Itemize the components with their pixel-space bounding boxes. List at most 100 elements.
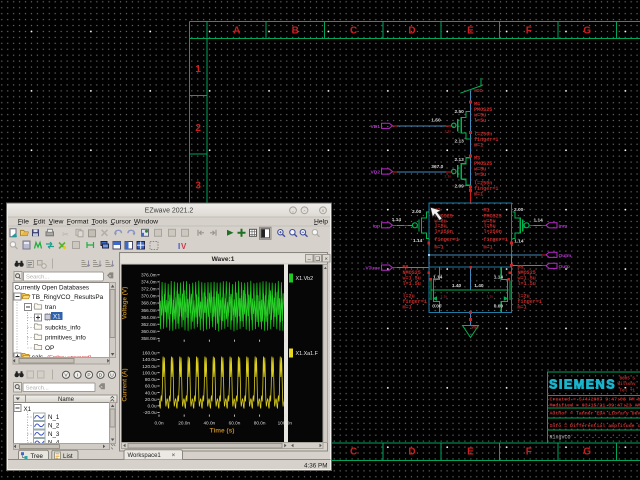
svg-text:E: E [467, 26, 474, 37]
svg-text:⌃: ⌃ [303, 210, 307, 215]
svg-text:Info = Differential amplitude: Info = Differential amplitude c [550, 423, 640, 429]
svg-text:1.14: 1.14 [413, 238, 423, 244]
svg-text:Window: Window [134, 218, 158, 225]
svg-text:2.00: 2.00 [412, 209, 422, 215]
svg-text:C: C [350, 26, 357, 37]
svg-text:l=5u: l=5u [474, 118, 486, 124]
svg-text:×: × [322, 208, 325, 214]
svg-text:366.0m: 366.0m [141, 308, 157, 313]
svg-text:Modified = 03/15/21 09:47:23 A: Modified = 03/15/21 09:47:23 AM [550, 402, 640, 408]
svg-text:2.09: 2.09 [455, 183, 465, 189]
svg-text:Time (s): Time (s) [210, 428, 235, 435]
svg-text:l=1.5u: l=1.5u [403, 281, 421, 287]
svg-text:finger=1: finger=1 [484, 237, 508, 243]
svg-text:m=1: m=1 [474, 192, 483, 198]
svg-text:100.0u: 100.0u [142, 370, 157, 375]
svg-text:0.00: 0.00 [432, 304, 442, 310]
svg-text:D: D [408, 26, 415, 37]
svg-text:Format: Format [67, 218, 89, 225]
svg-text:4:36 PM: 4:36 PM [304, 462, 327, 469]
svg-text:160.0u: 160.0u [142, 351, 157, 356]
svg-text:SIEMENS: SIEMENS [549, 378, 616, 392]
svg-text:3: 3 [195, 181, 201, 192]
svg-text:F: F [526, 26, 532, 37]
svg-text:G: G [583, 447, 591, 458]
svg-text:Inm: Inm [559, 223, 568, 229]
svg-text:Outp: Outp [559, 264, 570, 270]
svg-text:362.0m: 362.0m [141, 322, 157, 327]
svg-text:Wave:1: Wave:1 [212, 256, 235, 263]
svg-text:2.00: 2.00 [514, 207, 524, 213]
svg-text:l=250n: l=250n [435, 229, 453, 235]
svg-text:2.3n: 2.3n [445, 175, 452, 179]
svg-text:Tree: Tree [31, 453, 44, 460]
svg-text:Search...: Search... [26, 385, 50, 391]
svg-text:V: V [181, 242, 187, 251]
svg-text:372.0m: 372.0m [141, 287, 157, 292]
svg-text:D: D [99, 373, 103, 379]
svg-text:F: F [526, 447, 532, 458]
svg-text:Inp: Inp [373, 223, 380, 229]
svg-text:m=1: m=1 [518, 305, 527, 311]
svg-text:m=1: m=1 [435, 245, 444, 251]
svg-text:A: A [233, 26, 240, 37]
svg-text:0.00: 0.00 [494, 304, 504, 310]
svg-text:View: View [49, 218, 64, 225]
svg-text:1.40: 1.40 [452, 283, 462, 289]
svg-text:370.0m: 370.0m [141, 294, 157, 299]
svg-text:E: E [467, 447, 474, 458]
svg-text:1.40: 1.40 [474, 283, 484, 289]
svg-text:D: D [408, 447, 415, 458]
svg-text:TB_RingVCO_ResultsPa: TB_RingVCO_ResultsPa [32, 294, 104, 301]
svg-text:X1.Xa1.F: X1.Xa1.F [296, 351, 319, 357]
svg-text:P: P [87, 373, 90, 379]
svg-text:Author = Tanner EDA Library De: Author = Tanner EDA Library Dev [550, 411, 640, 417]
svg-text:subckts_info: subckts_info [45, 324, 81, 331]
svg-text:G: G [583, 26, 591, 37]
svg-text:1.1u: 1.1u [487, 294, 494, 298]
svg-text:RingVCO - - - - - - - - - - -: RingVCO - - - - - - - - - - - [550, 435, 637, 441]
svg-text:OP: OP [45, 345, 54, 352]
svg-text:60.0u: 60.0u [145, 384, 157, 389]
svg-text:100.0n: 100.0n [278, 420, 293, 425]
svg-text:m=1: m=1 [474, 143, 483, 149]
svg-text:2: 2 [195, 123, 201, 134]
svg-text:80.0u: 80.0u [145, 377, 157, 382]
svg-text:-20.0u: -20.0u [143, 410, 157, 415]
svg-text:8005 S: 8005 S [620, 376, 636, 381]
svg-text:VD1: VD1 [370, 124, 380, 130]
svg-text:360.0m: 360.0m [141, 329, 157, 334]
svg-text:1.14: 1.14 [534, 217, 544, 223]
svg-text:N_1: N_1 [48, 414, 60, 421]
svg-text:vss: vss [472, 325, 480, 330]
svg-text:20.0n: 20.0n [178, 420, 190, 425]
svg-text:Outm: Outm [559, 253, 572, 259]
svg-text:368.0m: 368.0m [141, 301, 157, 306]
svg-text:1.14: 1.14 [494, 275, 504, 281]
svg-text:140.0u: 140.0u [142, 357, 157, 362]
svg-text:0.0u: 0.0u [147, 404, 157, 409]
svg-text:primitives_info: primitives_info [45, 335, 86, 342]
svg-text:List: List [63, 453, 73, 460]
svg-text:N_3: N_3 [48, 431, 60, 438]
svg-text:finger=1: finger=1 [435, 237, 459, 243]
svg-text:1.14: 1.14 [433, 275, 443, 281]
svg-text:1.14: 1.14 [514, 238, 524, 244]
svg-text:376.0m: 376.0m [141, 273, 157, 278]
svg-text:m=1: m=1 [484, 245, 493, 251]
svg-text:B: B [292, 26, 299, 37]
svg-text:×: × [325, 257, 328, 263]
svg-text:364.0m: 364.0m [141, 315, 157, 320]
svg-text:1: 1 [195, 64, 201, 75]
svg-text:1.50: 1.50 [431, 118, 441, 124]
svg-text:2.50: 2.50 [455, 109, 465, 115]
svg-text:1.1u: 1.1u [441, 294, 448, 298]
svg-text:358.0m: 358.0m [141, 336, 157, 341]
svg-text:l=1.5u: l=1.5u [518, 281, 536, 287]
svg-text:2.3n: 2.3n [445, 130, 452, 134]
svg-text:Tools: Tools [92, 218, 108, 225]
svg-text:N_2: N_2 [48, 423, 60, 430]
svg-text:m=1: m=1 [403, 305, 412, 311]
svg-text:Edit: Edit [33, 218, 45, 225]
svg-text:Search...: Search... [26, 275, 50, 281]
